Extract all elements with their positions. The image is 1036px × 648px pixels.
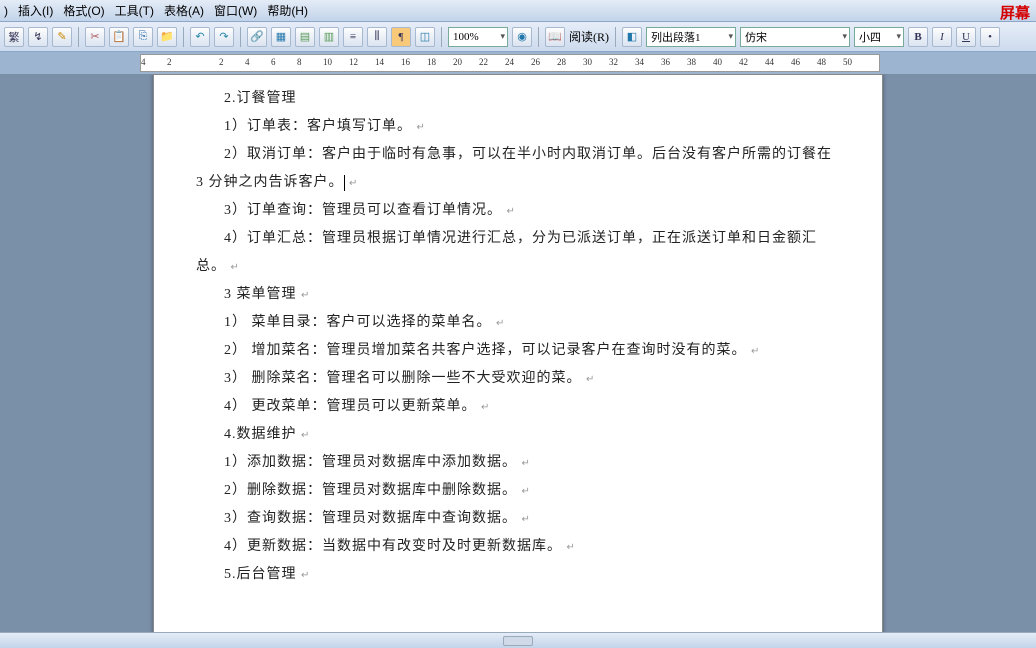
doc-line: 3） 删除菜名：管理名可以删除一些不大受欢迎的菜。 ↵ [196,365,840,393]
ruler-tick: 10 [323,57,332,67]
underline-button[interactable]: U [956,27,976,47]
ruler-tick: 46 [791,57,800,67]
traditional-button[interactable]: 繁 [4,27,24,47]
ruler-tick: 38 [687,57,696,67]
doc-line: 2）删除数据：管理员对数据库中删除数据。 ↵ [196,477,840,505]
doc-line: 3）订单查询：管理员可以查看订单情况。 ↵ [196,197,840,225]
ruler-tick: 4 [245,57,250,67]
separator [78,27,79,47]
menu-bar: ) 插入(I) 格式(O) 工具(T) 表格(A) 窗口(W) 帮助(H) [0,0,1036,22]
grid-icon[interactable]: ▤ [295,27,315,47]
doc-line: 2）取消订单：客户由于临时有急事，可以在半小时内取消订单。后台没有客户所需的订餐… [196,141,840,197]
menu-format[interactable]: 格式(O) [63,2,104,19]
doc-line: 3）查询数据：管理员对数据库中查询数据。 ↵ [196,505,840,533]
doc-line: 2） 增加菜名：管理员增加菜名共客户选择，可以记录客户在查询时没有的菜。 ↵ [196,337,840,365]
read-button[interactable]: 阅读(R) [569,28,609,45]
doc-line: 2.订餐管理 [196,85,840,113]
columns-icon[interactable]: ≡ [343,27,363,47]
separator [240,27,241,47]
italic-button[interactable]: I [932,27,952,47]
ruler-tick: 6 [271,57,276,67]
size-combo[interactable]: 小四 [854,27,904,47]
doc-line: 3 菜单管理 ↵ [196,281,840,309]
doc-icon[interactable]: ◫ [415,27,435,47]
format-brush-icon[interactable]: ✎ [52,27,72,47]
bold-button[interactable]: B [908,27,928,47]
para-icon[interactable]: ¶ [391,27,411,47]
ruler-tick: 2 [219,57,224,67]
menu-help[interactable]: 帮助(H) [267,2,308,19]
status-bar [0,632,1036,648]
ruler-tick: 44 [765,57,774,67]
arrow-icon[interactable]: ↯ [28,27,48,47]
document-page: 2.订餐管理 1）订单表：客户填写订单。 ↵ 2）取消订单：客户由于临时有急事，… [153,74,883,632]
ruler-tick: 4 [141,57,146,67]
doc-line: 4）更新数据：当数据中有改变时及时更新数据库。 ↵ [196,533,840,561]
ruler-tick: 28 [557,57,566,67]
doc-line: 4） 更改菜单：管理员可以更新菜单。 ↵ [196,393,840,421]
copy-icon[interactable]: ⎘ [133,27,153,47]
menu-table[interactable]: 表格(A) [164,2,204,19]
ruler-tick: 32 [609,57,618,67]
doc-line: 1） 菜单目录：客户可以选择的菜单名。 ↵ [196,309,840,337]
ruler-tick: 14 [375,57,384,67]
insert-icon[interactable]: ▥ [319,27,339,47]
menu-window[interactable]: 窗口(W) [214,2,257,19]
ruler-tick: 48 [817,57,826,67]
ruler-tick: 50 [843,57,852,67]
text-cursor [344,175,345,191]
chart-icon[interactable]: ⫼ [367,27,387,47]
undo-icon[interactable]: ↶ [190,27,210,47]
doc-line: 5.后台管理 ↵ [196,561,840,589]
ruler-tick: 2 [167,57,172,67]
paste-icon[interactable]: 📋 [109,27,129,47]
separator [615,27,616,47]
book-icon[interactable]: 📖 [545,27,565,47]
ruler-tick: 8 [297,57,302,67]
ruler-tick: 20 [453,57,462,67]
style-icon[interactable]: ◧ [622,27,642,47]
partial-menu[interactable]: ) [4,4,8,18]
workspace: 2.订餐管理 1）订单表：客户填写订单。 ↵ 2）取消订单：客户由于临时有急事，… [0,74,1036,632]
ruler-tick: 40 [713,57,722,67]
horizontal-ruler[interactable]: 4224681012141618202224262830323436384042… [140,54,880,72]
doc-line: 4.数据维护 ↵ [196,421,840,449]
zoom-combo[interactable]: 100% [448,27,508,47]
separator [538,27,539,47]
table-icon[interactable]: ▦ [271,27,291,47]
doc-line: 4）订单汇总：管理员根据订单情况进行汇总，分为已派送订单，正在派送订单和日金额汇… [196,225,840,281]
redo-icon[interactable]: ↷ [214,27,234,47]
horizontal-scroll-thumb[interactable] [503,636,533,646]
font-combo[interactable]: 仿宋 [740,27,850,47]
cut-icon[interactable]: ✂ [85,27,105,47]
ruler-tick: 26 [531,57,540,67]
menu-tools[interactable]: 工具(T) [115,2,154,19]
toolbar: 繁 ↯ ✎ ✂ 📋 ⎘ 📁 ↶ ↷ 🔗 ▦ ▤ ▥ ≡ ⫼ ¶ ◫ 100% ◉… [0,22,1036,52]
ruler-tick: 22 [479,57,488,67]
more-icon[interactable]: • [980,27,1000,47]
separator [183,27,184,47]
ruler-tick: 16 [401,57,410,67]
doc-line: 1）添加数据：管理员对数据库中添加数据。 ↵ [196,449,840,477]
ruler-tick: 30 [583,57,592,67]
screen-recorder-label: 屏幕 [1000,2,1030,23]
ruler-tick: 36 [661,57,670,67]
folder-icon[interactable]: 📁 [157,27,177,47]
help-icon[interactable]: ◉ [512,27,532,47]
doc-line: 1）订单表：客户填写订单。 ↵ [196,113,840,141]
ruler-tick: 12 [349,57,358,67]
menu-insert[interactable]: 插入(I) [18,2,53,19]
ruler-tick: 18 [427,57,436,67]
separator [441,27,442,47]
ruler-tick: 24 [505,57,514,67]
style-combo[interactable]: 列出段落1 [646,27,736,47]
link-icon[interactable]: 🔗 [247,27,267,47]
ruler-tick: 42 [739,57,748,67]
ruler-tick: 34 [635,57,644,67]
